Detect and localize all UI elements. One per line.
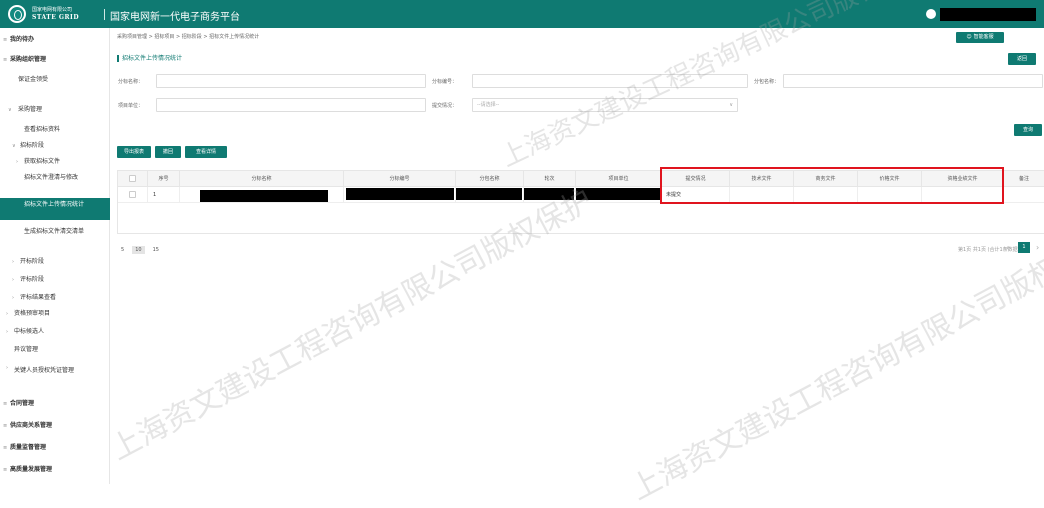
sidebar-item-deposit[interactable]: 保证金领受 — [0, 74, 110, 96]
list-icon: ≡ — [3, 401, 8, 407]
sidebar-item-opening-stage[interactable]: › 开标阶段 — [0, 256, 110, 268]
lot-name-cell — [456, 187, 524, 203]
view-detail-button[interactable]: 查看详情 — [185, 146, 227, 158]
export-report-button[interactable]: 导出报表 — [117, 146, 151, 158]
smart-service-button[interactable]: ☺ 智能客服 — [956, 32, 1004, 43]
sidebar-item-key-personnel[interactable]: › 关键人员授权凭证管理 — [0, 362, 110, 386]
sidebar-item-objection-mgmt[interactable]: 异议管理 — [0, 344, 110, 356]
breadcrumb[interactable]: 采购项目管理 > 招标项目 > 招标阶段 > 招标文件上传情况统计 — [117, 33, 259, 40]
state-grid-logo: 国家电网有限公司 STATE GRID — [8, 5, 100, 23]
package-name-cell — [180, 187, 344, 203]
redacted-text — [200, 190, 328, 202]
sidebar-item-generate-list[interactable]: 生成招标文件清交清单 — [0, 226, 110, 248]
logo-english-name: STATE GRID — [32, 14, 80, 21]
row-index: 1 — [148, 187, 180, 203]
sidebar-item-upload-stats[interactable]: 招标文件上传情况统计 — [0, 198, 110, 220]
row-select-cell[interactable] — [118, 187, 148, 203]
sidebar-item-contract-mgmt[interactable]: ≡ 合同管理 — [0, 398, 110, 410]
select-all-checkbox[interactable] — [129, 175, 136, 182]
state-grid-emblem-icon — [8, 5, 26, 23]
select-all-cell[interactable] — [118, 171, 148, 187]
sidebar-item-bid-clarification[interactable]: 招标文件澄清与修改 — [0, 172, 110, 194]
chevron-right-icon: › — [12, 259, 14, 265]
column-header: 分标名称 — [180, 171, 344, 187]
package-name-input[interactable] — [156, 74, 426, 88]
sidebar-item-prequalification[interactable]: › 资格预审项目 — [0, 308, 110, 320]
sidebar-item-quality-supervision[interactable]: ≡ 质量监督管理 — [0, 442, 110, 454]
chevron-down-icon: ∨ — [8, 107, 12, 113]
watermark-text: 上海资文建设工程咨询有限公司版权保护 — [625, 222, 1044, 508]
column-header: 轮次 — [524, 171, 576, 187]
project-unit-input[interactable] — [156, 98, 426, 112]
top-bar: 国家电网有限公司 STATE GRID 国家电网新一代电子商务平台 — [0, 0, 1044, 28]
next-page-icon[interactable]: › — [1036, 243, 1039, 252]
project-unit-cell — [576, 187, 662, 203]
sidebar-item-procurement-mgmt[interactable]: ∨ 采购管理 — [0, 104, 110, 116]
chevron-down-icon: ∨ — [729, 102, 733, 108]
sidebar-item-supplier-relations[interactable]: ≡ 供应商关系管理 — [0, 420, 110, 432]
chevron-right-icon: › — [12, 295, 14, 301]
sidebar-item-high-quality-dev[interactable]: ≡ 高质量发展管理 — [0, 464, 110, 476]
prev-page-icon[interactable]: ‹ — [1006, 243, 1009, 252]
column-header: 备注 — [1018, 176, 1029, 182]
list-icon: ≡ — [3, 57, 8, 63]
list-icon: ≡ — [3, 445, 8, 451]
sidebar-item-evaluation-stage[interactable]: › 评标阶段 — [0, 274, 110, 286]
sidebar-item-procurement-org[interactable]: ≡ 采购组织管理 — [0, 54, 110, 66]
page-size-option-active[interactable]: 10 — [132, 246, 145, 254]
sidebar-item-todo[interactable]: ≡ 我的待办 — [0, 34, 110, 46]
redacted-text — [524, 188, 574, 200]
withdraw-button[interactable]: 撤回 — [155, 146, 181, 158]
package-name-label: 分标名称： — [118, 79, 144, 85]
sidebar-item-evaluation-results[interactable]: › 评标结果查看 — [0, 292, 110, 304]
redacted-text — [576, 188, 660, 200]
submit-status-select[interactable]: --请选择-- ∨ — [472, 98, 738, 112]
column-header: 序号 — [148, 171, 180, 187]
page-size-option[interactable]: 5 — [121, 247, 124, 253]
chevron-right-icon: › — [6, 365, 8, 371]
user-name-redacted[interactable] — [940, 8, 1036, 21]
column-header: 分标编号 — [344, 171, 456, 187]
user-avatar-icon[interactable] — [926, 9, 936, 19]
page-number-button[interactable]: 1 — [1018, 242, 1030, 253]
list-icon: ≡ — [3, 467, 8, 473]
customer-service-icon: ☺ — [966, 34, 972, 40]
row-checkbox[interactable] — [129, 191, 136, 198]
list-icon: ≡ — [3, 37, 8, 43]
round-cell — [524, 187, 576, 203]
redacted-text — [346, 188, 454, 200]
highlight-box — [660, 167, 1004, 204]
remark-cell — [1004, 187, 1044, 203]
header-divider — [104, 9, 105, 20]
submit-status-label: 提交情况： — [432, 103, 458, 109]
chevron-right-icon: › — [6, 329, 8, 335]
package-no-input[interactable] — [472, 74, 748, 88]
page-size-selector[interactable]: 5 10 15 — [121, 246, 167, 254]
sidebar-item-bidding-stage[interactable]: ∨ 招标阶段 — [0, 140, 110, 152]
chevron-right-icon: › — [16, 159, 18, 165]
project-unit-label: 项目单位： — [118, 103, 144, 109]
pagination-summary: 第1页 共1页 (合计1条数据) — [958, 247, 1020, 253]
column-header: 分包名称 — [456, 171, 524, 187]
lot-name-label: 分包名称： — [754, 79, 780, 85]
redacted-text — [456, 188, 522, 200]
sidebar-item-view-bid-info[interactable]: 查看招标资料 — [0, 124, 110, 136]
chevron-down-icon: ∨ — [12, 143, 16, 149]
package-no-cell — [344, 187, 456, 203]
sidebar-item-get-bid-docs[interactable]: › 获取招标文件 — [0, 156, 110, 168]
app-title: 国家电网新一代电子商务平台 — [110, 12, 240, 23]
sidebar-item-winning-candidates[interactable]: › 中标候选人 — [0, 326, 110, 338]
lot-name-input[interactable] — [783, 74, 1043, 88]
package-no-label: 分标编号： — [432, 79, 458, 85]
column-header: 项目单位 — [576, 171, 662, 187]
list-icon: ≡ — [3, 423, 8, 429]
back-button[interactable]: 返回 — [1008, 53, 1036, 65]
sidebar: ≡ 我的待办 ≡ 采购组织管理 保证金领受 ∨ 采购管理 查看招标资料 ∨ 招标… — [0, 28, 110, 484]
page-size-option[interactable]: 15 — [153, 247, 159, 253]
chevron-right-icon: › — [6, 311, 8, 317]
query-button[interactable]: 查询 — [1014, 124, 1042, 136]
page-title: 招标文件上传情况统计 — [117, 55, 182, 62]
logo-company-name: 国家电网有限公司 — [32, 7, 73, 13]
chevron-right-icon: › — [12, 277, 14, 283]
